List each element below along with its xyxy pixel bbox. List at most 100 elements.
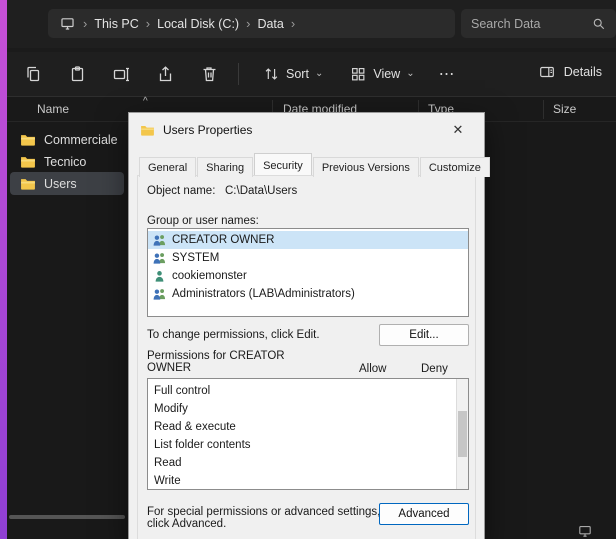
address-bar[interactable]: › This PC › Local Disk (C:) › Data › [48, 9, 455, 38]
tab-security[interactable]: Security [254, 153, 312, 175]
users-icon [152, 252, 167, 264]
breadcrumb-chevron-icon: › [246, 17, 250, 30]
object-name-label: Object name: [147, 185, 215, 197]
permission-row-write[interactable]: Write [148, 472, 468, 490]
users-icon [152, 234, 167, 246]
group-user-list: CREATOR OWNER SYSTEM cookiemonster [147, 228, 469, 317]
view-label: View [373, 67, 400, 81]
group-item-label: cookiemonster [172, 270, 247, 282]
close-icon[interactable]: ✕ [443, 117, 473, 143]
group-item-cookiemonster[interactable]: cookiemonster [148, 267, 468, 285]
search-input[interactable]: Search Data [461, 9, 616, 38]
permission-row-full-control[interactable]: Full control [148, 382, 468, 400]
edit-hint-text: To change permissions, click Edit. [147, 329, 320, 341]
file-name: Commerciale [44, 133, 118, 147]
column-divider[interactable] [543, 100, 544, 119]
sort-label: Sort [286, 67, 309, 81]
tab-sharing[interactable]: Sharing [197, 157, 253, 177]
group-item-label: SYSTEM [172, 252, 219, 264]
advanced-hint-text: click Advanced. [147, 518, 226, 530]
permissions-list: Full control Modify Read & execute List … [147, 378, 469, 490]
breadcrumb-this-pc[interactable]: This PC [94, 17, 138, 31]
folder-icon [20, 133, 36, 146]
group-item-label: CREATOR OWNER [172, 234, 274, 246]
permission-row-list-folder-contents[interactable]: List folder contents [148, 436, 468, 454]
tab-previous-versions[interactable]: Previous Versions [313, 157, 419, 177]
permission-row-read[interactable]: Read [148, 454, 468, 472]
edge-accent-strip [0, 0, 7, 539]
more-options-button[interactable]: ⋯ [425, 56, 469, 92]
group-list-label: Group or user names: [147, 215, 259, 227]
group-item-administrators[interactable]: Administrators (LAB\Administrators) [148, 285, 468, 303]
breadcrumb-data[interactable]: Data [257, 17, 283, 31]
horizontal-scrollbar[interactable] [9, 515, 125, 519]
object-name-value: C:\Data\Users [225, 185, 297, 197]
permissions-label: Permissions for CREATOR [147, 350, 285, 362]
paste-button[interactable] [55, 56, 99, 92]
breadcrumb-chevron-icon: › [291, 17, 295, 30]
permission-label: Full control [154, 385, 210, 397]
share-button[interactable] [143, 56, 187, 92]
chevron-down-icon: ⌄ [406, 69, 414, 79]
vertical-scrollbar[interactable] [456, 379, 468, 489]
dialog-title: Users Properties [163, 123, 252, 137]
tab-general[interactable]: General [139, 157, 196, 177]
column-header-name[interactable]: Name [37, 102, 69, 116]
view-icon [349, 65, 367, 83]
search-icon [591, 16, 606, 31]
permissions-label: OWNER [147, 362, 191, 374]
breadcrumb-chevron-icon: › [83, 17, 87, 30]
details-icon [538, 63, 556, 81]
deny-column-header: Deny [421, 363, 448, 375]
file-name: Tecnico [44, 155, 86, 169]
explorer-toolbar: Sort ⌄ View ⌄ ⋯ [7, 52, 616, 96]
folder-icon [20, 177, 36, 190]
sort-ascending-icon: ^ [143, 96, 148, 107]
folder-icon [20, 155, 36, 168]
group-item-system[interactable]: SYSTEM [148, 249, 468, 267]
permission-label: List folder contents [154, 439, 251, 451]
view-button[interactable]: View ⌄ [339, 56, 424, 92]
properties-dialog: Users Properties ✕ General Sharing Secur… [128, 112, 485, 539]
permission-label: Read [154, 457, 182, 469]
column-header-size[interactable]: Size [553, 102, 576, 116]
file-row-commerciale[interactable]: Commerciale [10, 128, 124, 151]
group-item-label: Administrators (LAB\Administrators) [172, 288, 355, 300]
permission-label: Read & execute [154, 421, 236, 433]
breadcrumb-local-disk-c[interactable]: Local Disk (C:) [157, 17, 239, 31]
explorer-topbar: › This PC › Local Disk (C:) › Data › Sea… [7, 0, 616, 48]
chevron-down-icon: ⌄ [315, 69, 323, 79]
permission-row-modify[interactable]: Modify [148, 400, 468, 418]
toolbar-divider [238, 63, 239, 85]
copy-button[interactable] [11, 56, 55, 92]
corner-monitor-icon[interactable] [577, 523, 593, 539]
folder-icon [140, 124, 155, 136]
search-placeholder: Search Data [471, 17, 540, 31]
details-pane-button[interactable]: Details [538, 54, 602, 90]
permission-label: Modify [154, 403, 188, 415]
advanced-button[interactable]: Advanced [379, 503, 469, 525]
sort-icon [262, 65, 280, 83]
permission-row-read-execute[interactable]: Read & execute [148, 418, 468, 436]
dialog-tabs: General Sharing Security Previous Versio… [139, 153, 491, 175]
file-row-tecnico[interactable]: Tecnico [10, 150, 124, 173]
group-item-creator-owner[interactable]: CREATOR OWNER [148, 231, 468, 249]
details-label: Details [564, 65, 602, 79]
scrollbar-thumb[interactable] [458, 411, 467, 457]
users-icon [152, 288, 167, 300]
sort-button[interactable]: Sort ⌄ [252, 56, 333, 92]
dialog-titlebar[interactable]: Users Properties ✕ [129, 113, 484, 147]
breadcrumb-chevron-icon: › [146, 17, 150, 30]
permission-label: Write [154, 475, 181, 487]
this-pc-icon [59, 15, 76, 32]
delete-button[interactable] [187, 56, 231, 92]
file-name: Users [44, 177, 77, 191]
screen: ⟳ › This PC › Local Disk (C:) › Data › S… [0, 0, 616, 539]
tab-customize[interactable]: Customize [420, 157, 490, 177]
rename-button[interactable] [99, 56, 143, 92]
edit-button[interactable]: Edit... [379, 324, 469, 346]
advanced-hint-text: For special permissions or advanced sett… [147, 506, 380, 518]
allow-column-header: Allow [359, 363, 386, 375]
file-row-users[interactable]: Users [10, 172, 124, 195]
user-icon [152, 270, 167, 282]
